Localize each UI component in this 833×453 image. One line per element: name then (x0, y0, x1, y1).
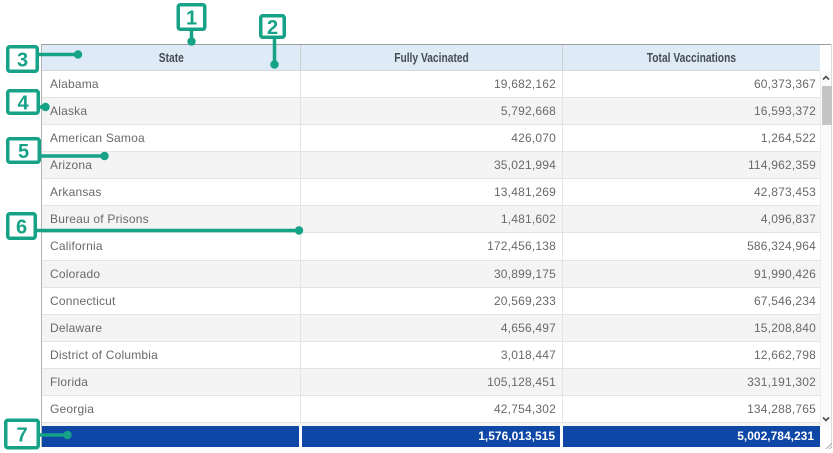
svg-text:1: 1 (186, 7, 197, 29)
svg-text:7: 7 (16, 424, 27, 446)
svg-text:6: 6 (16, 216, 27, 238)
svg-text:2: 2 (267, 17, 278, 39)
svg-text:3: 3 (17, 49, 28, 71)
svg-text:5: 5 (18, 141, 29, 163)
svg-text:4: 4 (17, 92, 29, 114)
